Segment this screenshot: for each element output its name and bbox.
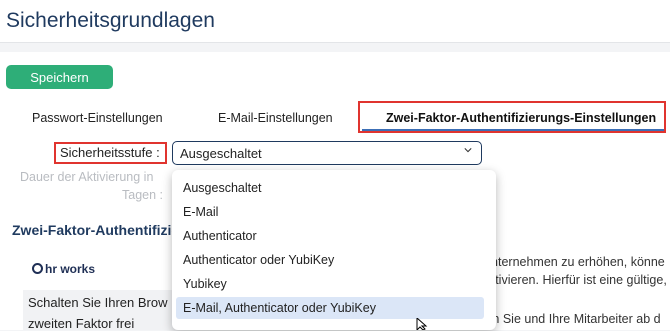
section-title: Zwei-Faktor-Authentifizie — [12, 222, 180, 238]
info-text-line2: zweiten Faktor frei — [28, 316, 135, 331]
security-level-label: Sicherheitsstufe : — [60, 145, 160, 160]
security-level-dropdown: Ausgeschaltet E-Mail Authenticator Authe… — [172, 170, 496, 330]
description-line3: ten Sie und Ihre Mitarbeiter ab d — [482, 312, 661, 326]
description-line2: aktivieren. Hierfür ist eine gültige, — [482, 273, 667, 287]
dropdown-option-yubikey[interactable]: Yubikey — [176, 273, 484, 295]
description-line1: Unternehmen zu erhöhen, könne — [482, 255, 665, 269]
dropdown-option-email[interactable]: E-Mail — [176, 201, 484, 223]
tab-highlight-box — [358, 101, 666, 133]
security-level-select[interactable]: Ausgeschaltet — [172, 141, 482, 165]
page-title: Sicherheitsgrundlagen — [6, 9, 215, 32]
tab-password-settings[interactable]: Passwort-Einstellungen — [32, 111, 163, 125]
dropdown-option-authenticator[interactable]: Authenticator — [176, 225, 484, 247]
dropdown-option-ausgeschaltet[interactable]: Ausgeschaltet — [176, 177, 484, 199]
page-header: Sicherheitsgrundlagen — [0, 0, 670, 43]
logo-text: hr works — [45, 262, 96, 276]
save-button[interactable]: Speichern — [6, 65, 113, 89]
logo-mark-icon — [32, 263, 43, 274]
info-text-line1: Schalten Sie Ihren Brow — [28, 295, 168, 310]
mouse-cursor-icon — [416, 318, 428, 330]
hrworks-logo: hr works — [32, 262, 95, 276]
dropdown-option-authenticator-or-yubikey[interactable]: Authenticator oder YubiKey — [176, 249, 484, 271]
dropdown-option-email-authenticator-or-yubikey[interactable]: E-Mail, Authenticator oder YubiKey — [176, 297, 484, 319]
activation-duration-label: Dauer der Aktivierung in — [20, 170, 154, 184]
tab-email-settings[interactable]: E-Mail-Einstellungen — [218, 111, 333, 125]
chevron-down-icon — [464, 148, 472, 153]
security-level-value: Ausgeschaltet — [180, 146, 262, 161]
activation-duration-label-days: Tagen : — [122, 188, 164, 202]
